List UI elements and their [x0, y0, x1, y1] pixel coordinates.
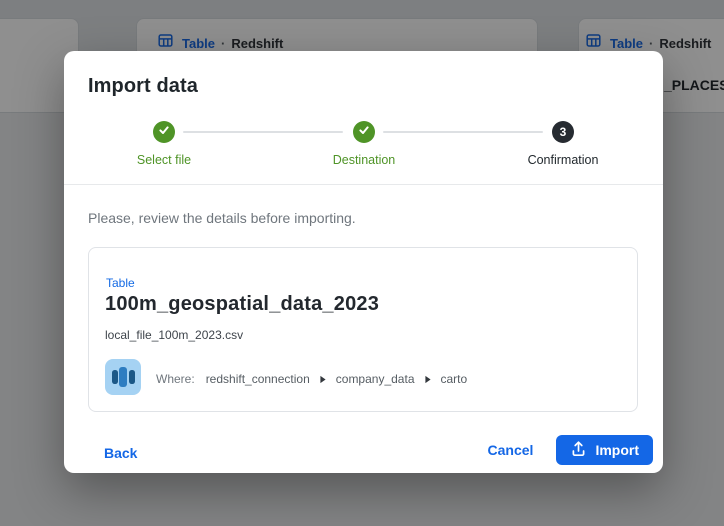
summary-table-name: 100m_geospatial_data_2023	[105, 293, 380, 315]
import-summary-card: Table 100m_geospatial_data_2023 local_fi…	[88, 247, 638, 412]
step-label: Confirmation	[527, 153, 599, 167]
upload-icon	[570, 440, 587, 460]
import-button-label: Import	[595, 442, 639, 458]
check-icon	[158, 123, 170, 141]
summary-type-label: Table	[106, 276, 135, 290]
breadcrumb-arrow-icon	[319, 375, 327, 384]
import-data-modal: Import data Select file Destination 3 Co…	[64, 51, 663, 473]
step-label: Select file	[136, 153, 192, 167]
step-complete-check-circle	[153, 121, 175, 143]
modal-description: Please, review the details before import…	[88, 210, 356, 226]
where-label: Where:	[156, 372, 195, 386]
summary-file-name: local_file_100m_2023.csv	[105, 328, 244, 342]
step-number-circle: 3	[552, 121, 574, 143]
modal-header-divider	[64, 184, 663, 185]
import-button[interactable]: Import	[556, 435, 653, 465]
step-select-file: Select file	[64, 121, 264, 167]
modal-title: Import data	[88, 75, 198, 97]
path-schema: carto	[440, 372, 468, 386]
back-button[interactable]: Back	[104, 445, 137, 461]
step-label: Destination	[332, 153, 396, 167]
check-icon	[358, 123, 370, 141]
step-complete-check-circle	[353, 121, 375, 143]
import-stepper: Select file Destination 3 Confirmation	[64, 121, 663, 173]
path-connection: redshift_connection	[205, 372, 310, 386]
redshift-icon	[105, 358, 141, 400]
cancel-button[interactable]: Cancel	[488, 442, 534, 458]
step-confirmation: 3 Confirmation	[463, 121, 663, 167]
path-database: company_data	[335, 372, 415, 386]
breadcrumb-arrow-icon	[424, 375, 432, 384]
step-destination: Destination	[264, 121, 464, 167]
import-data-page: Table · Redshift Table · Redshift _PLACE…	[0, 0, 724, 526]
